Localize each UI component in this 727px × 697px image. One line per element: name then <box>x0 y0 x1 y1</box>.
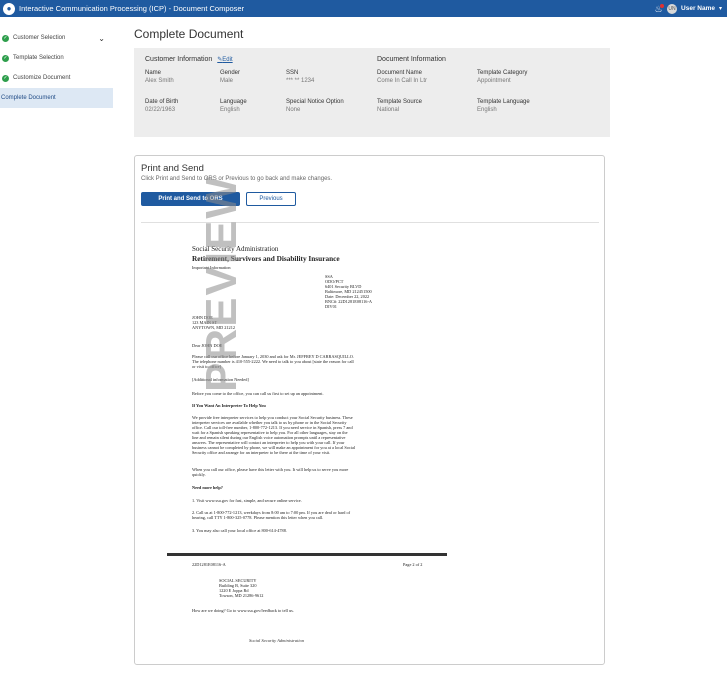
field-label: Template Category <box>477 70 528 76</box>
field-language: Language English <box>220 99 247 113</box>
field-label: Name <box>145 70 162 76</box>
field-label: Language <box>220 99 247 105</box>
field-template-language: Template Language English <box>477 99 530 113</box>
doc-footer-page: Page 2 of 2 <box>403 562 423 567</box>
doc-list-item: hearing, call TTY 1-800-325-0778. Please… <box>192 515 324 520</box>
app-header: ● Interactive Communication Processing (… <box>0 0 727 17</box>
sidebar-item-label: Customer Selection <box>13 35 66 41</box>
doc-list-item: 1. Visit www.ssa.gov for fast, simple, a… <box>192 498 302 503</box>
field-document-name: Document Name Come In Call In Ltr <box>377 70 427 84</box>
chevron-down-icon[interactable]: ⌄ <box>98 34 105 43</box>
check-circle-icon: ✓ <box>2 34 9 42</box>
field-label: Document Name <box>377 70 423 76</box>
field-name: Name Alex Smith <box>145 70 174 84</box>
app-logo-icon: ● <box>3 2 15 15</box>
field-template-source: Template Source National <box>377 99 422 113</box>
field-value: Alex Smith <box>145 78 174 84</box>
field-label: Gender <box>220 70 241 76</box>
doc-para: quickly. <box>192 472 206 477</box>
bell-icon[interactable]: ♨ <box>654 3 665 14</box>
field-value: 02/22/1963 <box>145 107 176 113</box>
field-value: Male <box>220 78 234 84</box>
info-panel: Customer Information ✎Edit Document Info… <box>134 48 610 137</box>
field-label: Template Source <box>377 99 423 105</box>
field-value: None <box>286 107 301 113</box>
field-dob: Date of Birth 02/22/1963 <box>145 99 178 113</box>
user-name-menu[interactable]: User Name <box>681 5 715 12</box>
customer-info-title: Customer Information ✎Edit <box>145 56 233 63</box>
doc-addr: DIV01 <box>325 304 337 309</box>
sidebar-item-customize-document[interactable]: ✓ Customize Document <box>0 68 113 88</box>
notification-dot <box>660 3 665 8</box>
field-value: National <box>377 107 400 113</box>
caret-down-icon[interactable]: ▾ <box>719 5 722 12</box>
doc-heading: Need more help? <box>192 485 223 490</box>
field-label: Special Notice Option <box>286 99 344 105</box>
field-special-notice: Special Notice Option None <box>286 99 344 113</box>
doc-list-item: 3. You may also call your local office a… <box>192 528 287 533</box>
sidebar-item-customer-selection[interactable]: ✓ Customer Selection ⌄ <box>0 28 113 48</box>
field-template-category: Template Category Appointment <box>477 70 527 84</box>
sidebar-item-label: Customize Document <box>13 75 71 81</box>
page-title: Complete Document <box>134 27 244 41</box>
doc-para: Security office and arrange for an inter… <box>192 450 331 455</box>
print-send-title: Print and Send <box>141 163 204 174</box>
field-value: Appointment <box>477 78 511 84</box>
sidebar-item-label: Complete Document <box>1 95 56 101</box>
field-ssn: SSN *** ** 1234 <box>286 70 314 84</box>
sidebar-item-label: Template Selection <box>13 55 64 61</box>
edit-label: Edit <box>222 57 233 63</box>
avatar[interactable]: UN <box>667 3 678 14</box>
print-send-card: Print and Send Click Print and Send to O… <box>134 155 605 665</box>
sidebar: ✓ Customer Selection ⌄ ✓ Template Select… <box>0 28 113 108</box>
customer-info-title-text: Customer Information <box>145 56 213 63</box>
doc-para: When you call our office, please have th… <box>192 467 349 472</box>
field-gender: Gender Male <box>220 70 240 84</box>
previous-button[interactable]: Previous <box>246 192 296 206</box>
doc-footer-code: 22D1281E08116-A <box>192 562 226 567</box>
check-circle-icon: ✓ <box>2 74 9 82</box>
field-label: SSN <box>286 70 299 76</box>
field-label: Template Language <box>477 99 530 105</box>
check-circle-icon: ✓ <box>2 54 9 62</box>
document-preview: Social Security Administration Retiremen… <box>167 175 447 657</box>
doc-feedback: How are we doing? Go to www.ssa.gov/feed… <box>192 608 294 613</box>
doc-heading: If You Want An Interpreter To Help You <box>192 403 266 408</box>
sidebar-item-template-selection[interactable]: ✓ Template Selection <box>0 48 113 68</box>
doc-signature: Social Security Administration <box>249 638 305 643</box>
preview-watermark: PREVIEW <box>197 175 246 392</box>
page-break-rule <box>167 553 447 556</box>
field-value: English <box>220 107 240 113</box>
app-title: Interactive Communication Processing (IC… <box>19 4 245 13</box>
field-label: Date of Birth <box>145 99 179 105</box>
sidebar-item-complete-document[interactable]: Complete Document <box>0 88 113 108</box>
document-info-title: Document Information <box>377 56 446 63</box>
field-value: Come In Call In Ltr <box>377 78 428 84</box>
field-value: English <box>477 107 497 113</box>
doc-return-addr: Towson, MD 21286-9612 <box>219 593 264 598</box>
field-value: *** ** 1234 <box>286 78 315 84</box>
edit-customer-link[interactable]: ✎Edit <box>217 57 232 63</box>
